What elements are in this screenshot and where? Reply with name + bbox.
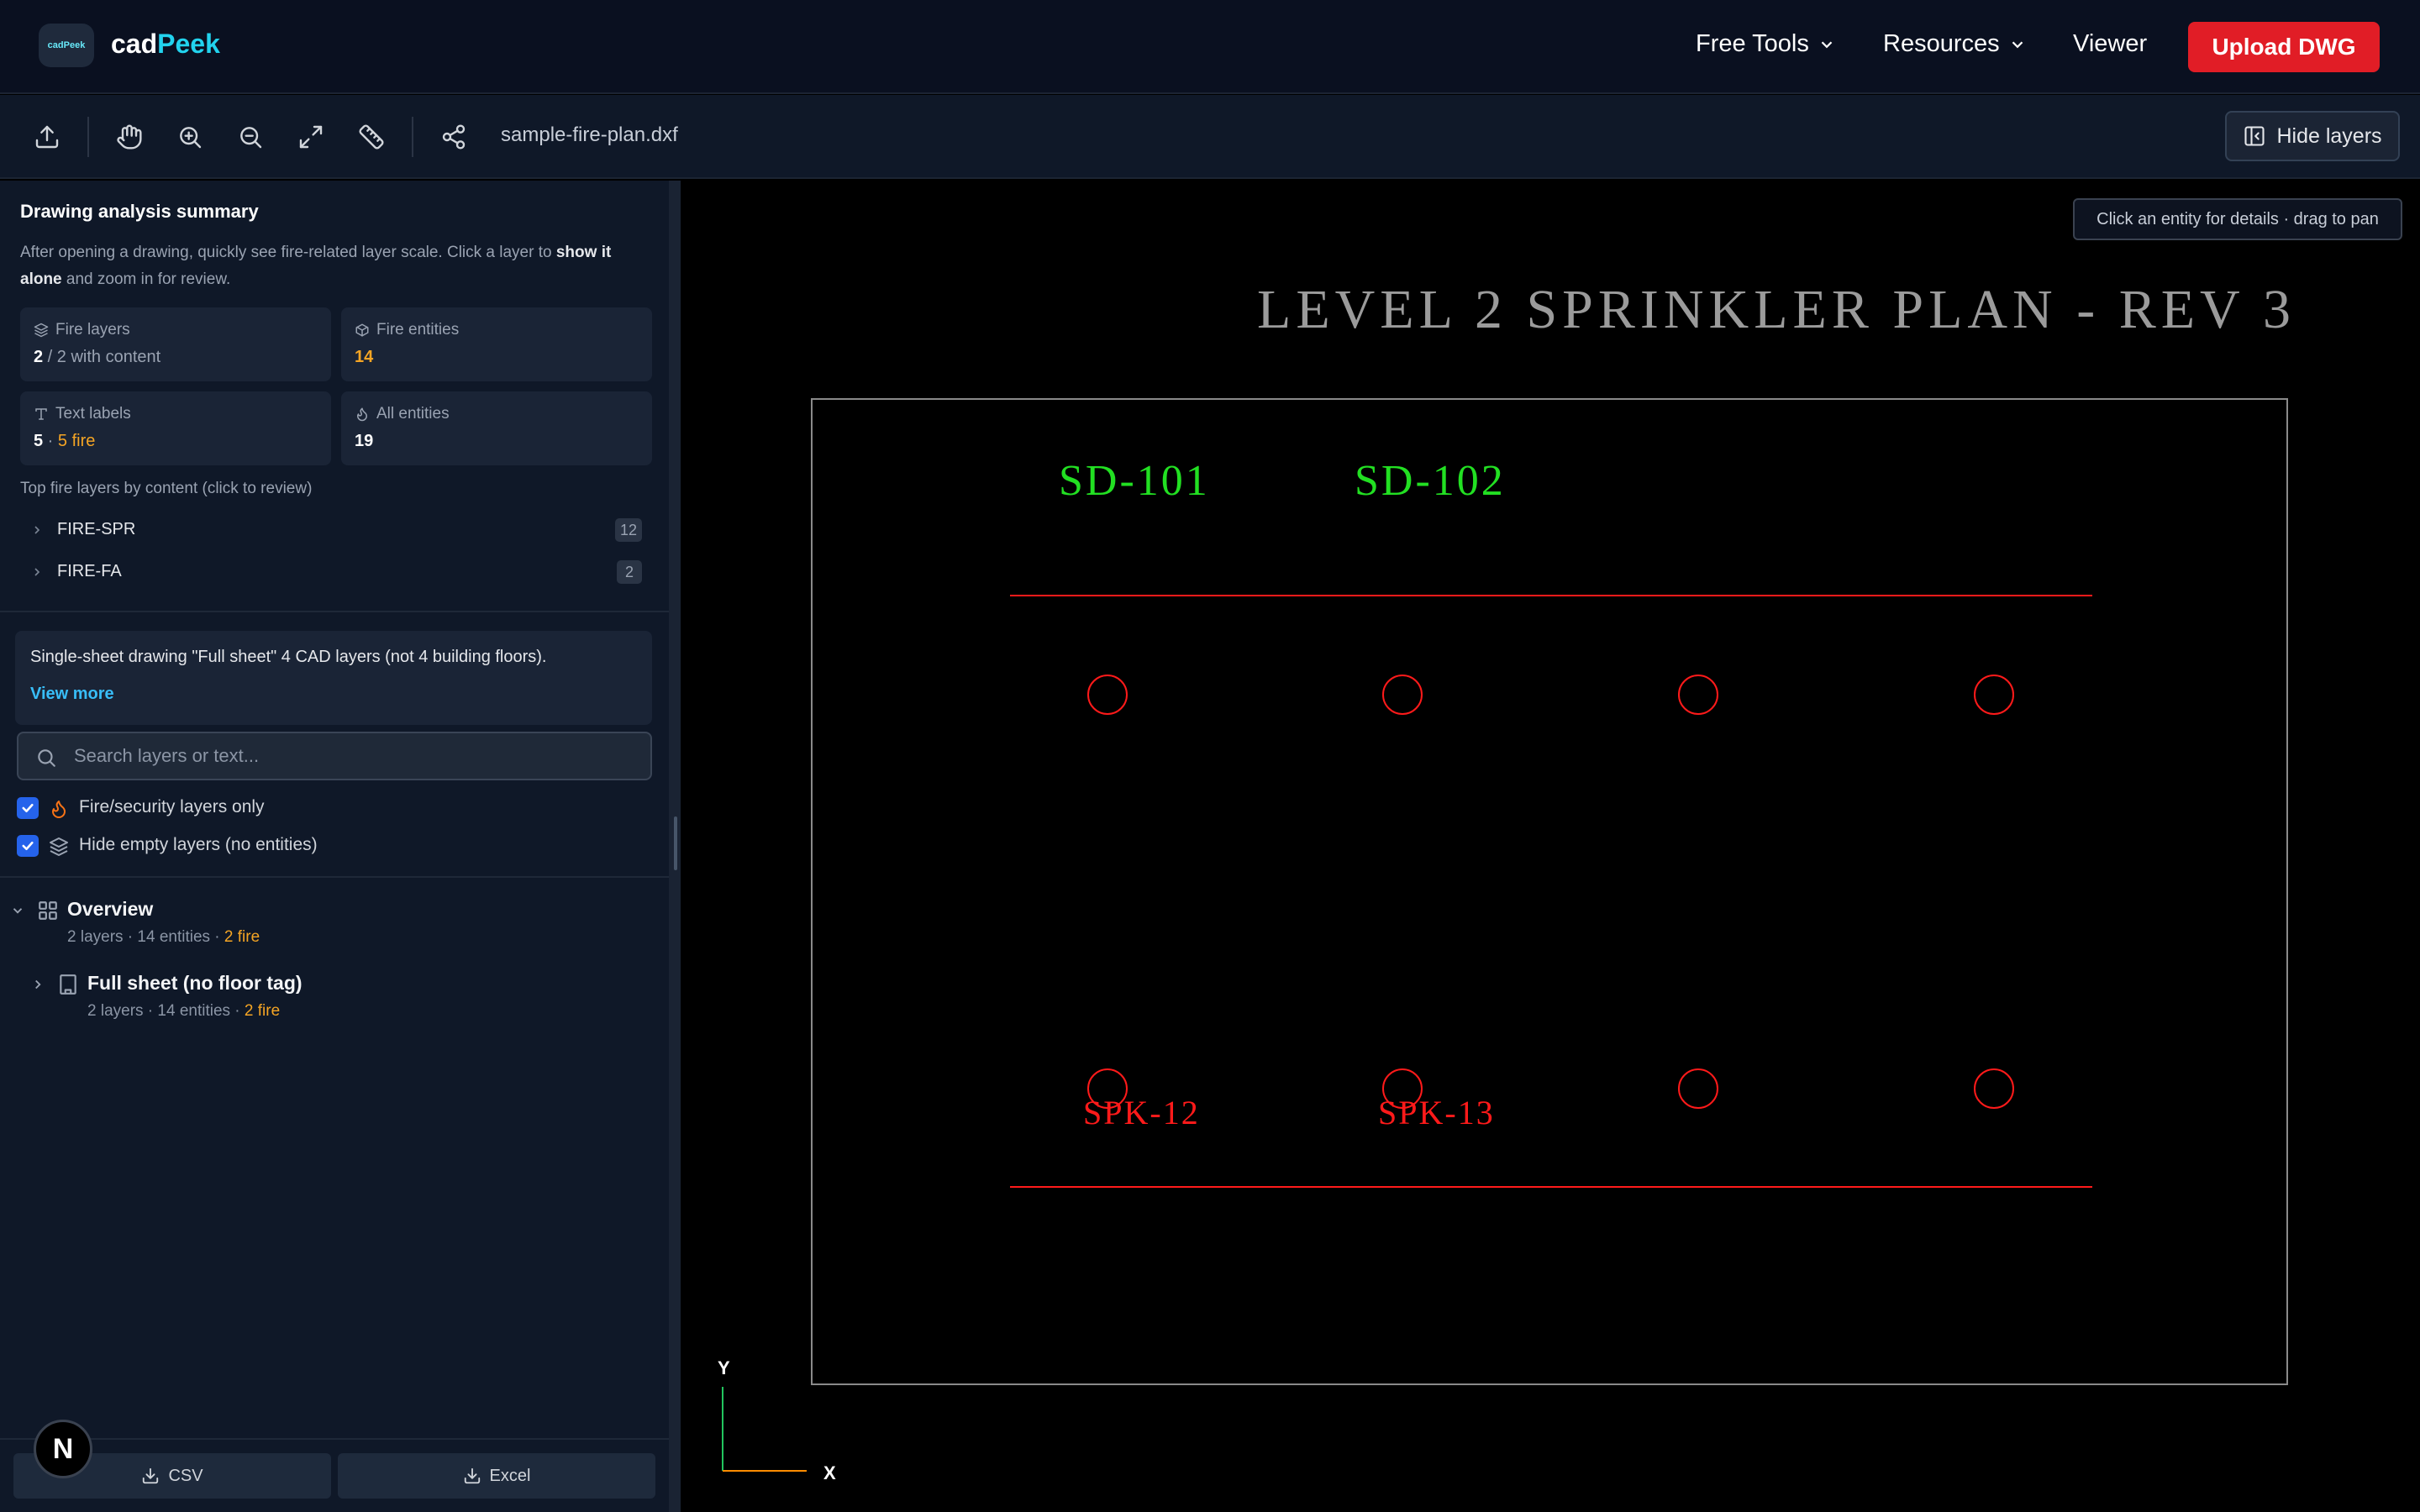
building-icon <box>60 974 76 995</box>
fire-layer-row[interactable]: FIRE-SPR 12 <box>20 513 642 547</box>
layer-count-badge: 2 <box>617 560 642 584</box>
hide-empty-checkbox[interactable] <box>17 835 39 857</box>
grid-icon <box>39 901 57 920</box>
sprinkler-head[interactable] <box>1087 675 1128 715</box>
sheet-info-box: Single-sheet drawing "Full sheet" 4 CAD … <box>15 631 652 725</box>
sprinkler-head[interactable] <box>1382 675 1423 715</box>
download-icon <box>143 1467 159 1484</box>
fire-only-checkbox[interactable] <box>17 797 39 819</box>
check-icon <box>22 803 34 813</box>
tree-subtitle: 2 layers · 14 entities · 2 fire <box>67 928 260 946</box>
fire-entities-card: Fire entities 14 <box>341 307 652 381</box>
zoom-in-icon[interactable] <box>173 120 207 154</box>
tree-title: Full sheet (no floor tag) <box>87 972 302 994</box>
chevron-right-icon <box>35 979 41 990</box>
drawing-border[interactable] <box>811 398 2288 1385</box>
fire-only-label[interactable]: Fire/security layers only <box>79 797 265 817</box>
layers-icon <box>34 323 49 338</box>
summary-description: After opening a drawing, quickly see fir… <box>20 244 612 288</box>
y-axis-label: Y <box>718 1357 730 1378</box>
sprinkler-label[interactable]: SPK-13 <box>1378 1094 1495 1131</box>
x-axis-label: X <box>823 1462 836 1483</box>
view-more-link[interactable]: View more <box>30 685 114 704</box>
sprinkler-head[interactable] <box>1678 1068 1718 1109</box>
detector-label[interactable]: SD-101 <box>1059 457 1210 505</box>
chevron-down-icon <box>2012 40 2023 48</box>
hide-layers-button[interactable]: Hide layers <box>2225 111 2400 161</box>
flame-icon <box>52 801 66 818</box>
layer-search <box>17 732 652 780</box>
toolbar-divider <box>87 117 89 157</box>
layer-count-badge: 12 <box>614 518 642 542</box>
zoom-out-icon[interactable] <box>234 120 267 154</box>
fire-layer-row[interactable]: FIRE-FA 2 <box>20 555 642 589</box>
logo-text: cadPeek <box>47 40 86 50</box>
chevron-down-icon <box>13 908 23 914</box>
drawing-canvas[interactable]: LEVEL 2 SPRINKLER PLAN - REV 3 SD-101 SD… <box>681 181 2420 1512</box>
top-nav: cadPeek cadPeek Free Tools Resources Vie… <box>0 0 2420 94</box>
share-icon[interactable] <box>437 120 471 154</box>
check-icon <box>22 841 34 851</box>
canvas-hint: Click an entity for details · drag to pa… <box>2073 198 2402 240</box>
flame-icon <box>357 407 367 422</box>
fire-layers-card: Fire layers 2 / 2 with content <box>20 307 331 381</box>
cad-drawing[interactable]: LEVEL 2 SPRINKLER PLAN - REV 3 SD-101 SD… <box>681 181 2420 1512</box>
sprinkler-head[interactable] <box>1974 1068 2014 1109</box>
nav-free-tools[interactable]: Free Tools <box>1696 30 1836 58</box>
sprinkler-head[interactable] <box>1678 675 1718 715</box>
hand-icon[interactable] <box>113 120 146 154</box>
nav-viewer[interactable]: Viewer <box>2073 30 2147 58</box>
resize-grip[interactable] <box>674 816 677 870</box>
sprinkler-head[interactable] <box>1974 675 2014 715</box>
expand-icon[interactable] <box>294 120 328 154</box>
toolbar-divider <box>412 117 413 157</box>
file-name: sample-fire-plan.dxf <box>501 123 678 146</box>
dev-badge[interactable]: N <box>34 1420 92 1478</box>
tree-title: Overview <box>67 898 154 920</box>
panel-left-icon <box>2244 126 2265 146</box>
top-fire-layers-heading: Top fire layers by content (click to rev… <box>20 480 313 497</box>
sheet-info-text: Single-sheet drawing "Full sheet" 4 CAD … <box>30 648 547 666</box>
hide-empty-label[interactable]: Hide empty layers (no entities) <box>79 835 318 855</box>
nav-resources[interactable]: Resources <box>1883 30 2027 58</box>
viewer-toolbar: sample-fire-plan.dxf Hide layers <box>0 95 2420 179</box>
drawing-title[interactable]: LEVEL 2 SPRINKLER PLAN - REV 3 <box>1257 279 2296 340</box>
type-icon <box>35 408 47 420</box>
upload-icon[interactable] <box>30 120 64 154</box>
ruler-icon[interactable] <box>355 120 388 154</box>
tree-subtitle: 2 layers · 14 entities · 2 fire <box>87 1002 281 1020</box>
brand-name[interactable]: cadPeek <box>111 29 220 60</box>
analysis-summary: Drawing analysis summary After opening a… <box>0 181 669 612</box>
tree-overview[interactable]: Overview 2 layers · 14 entities · 2 fire <box>0 895 669 962</box>
upload-dwg-button[interactable]: Upload DWG <box>2188 22 2380 72</box>
text-labels-card: Text labels 5 · 5 fire <box>20 391 331 465</box>
excel-export-button[interactable]: Excel <box>338 1453 655 1499</box>
layer-name: FIRE-SPR <box>57 520 136 538</box>
logo[interactable]: cadPeek <box>39 24 94 67</box>
chevron-right-icon <box>34 568 40 576</box>
download-icon <box>464 1467 480 1484</box>
layers-icon <box>50 837 68 856</box>
layer-name: FIRE-FA <box>57 562 122 580</box>
sprinkler-label[interactable]: SPK-12 <box>1083 1094 1200 1131</box>
section-divider <box>0 876 669 878</box>
box-icon <box>355 323 369 337</box>
summary-title: Drawing analysis summary <box>20 201 259 222</box>
layers-sidebar: Drawing analysis summary After opening a… <box>0 181 669 1512</box>
search-input[interactable] <box>72 733 635 779</box>
all-entities-card: All entities 19 <box>341 391 652 465</box>
export-bar: CSV Excel <box>0 1438 669 1512</box>
search-icon <box>38 749 55 767</box>
chevron-down-icon <box>1821 40 1833 48</box>
chevron-right-icon <box>34 526 40 534</box>
tree-full-sheet[interactable]: Full sheet (no floor tag) 2 layers · 14 … <box>0 969 669 1036</box>
detector-label[interactable]: SD-102 <box>1355 457 1506 505</box>
